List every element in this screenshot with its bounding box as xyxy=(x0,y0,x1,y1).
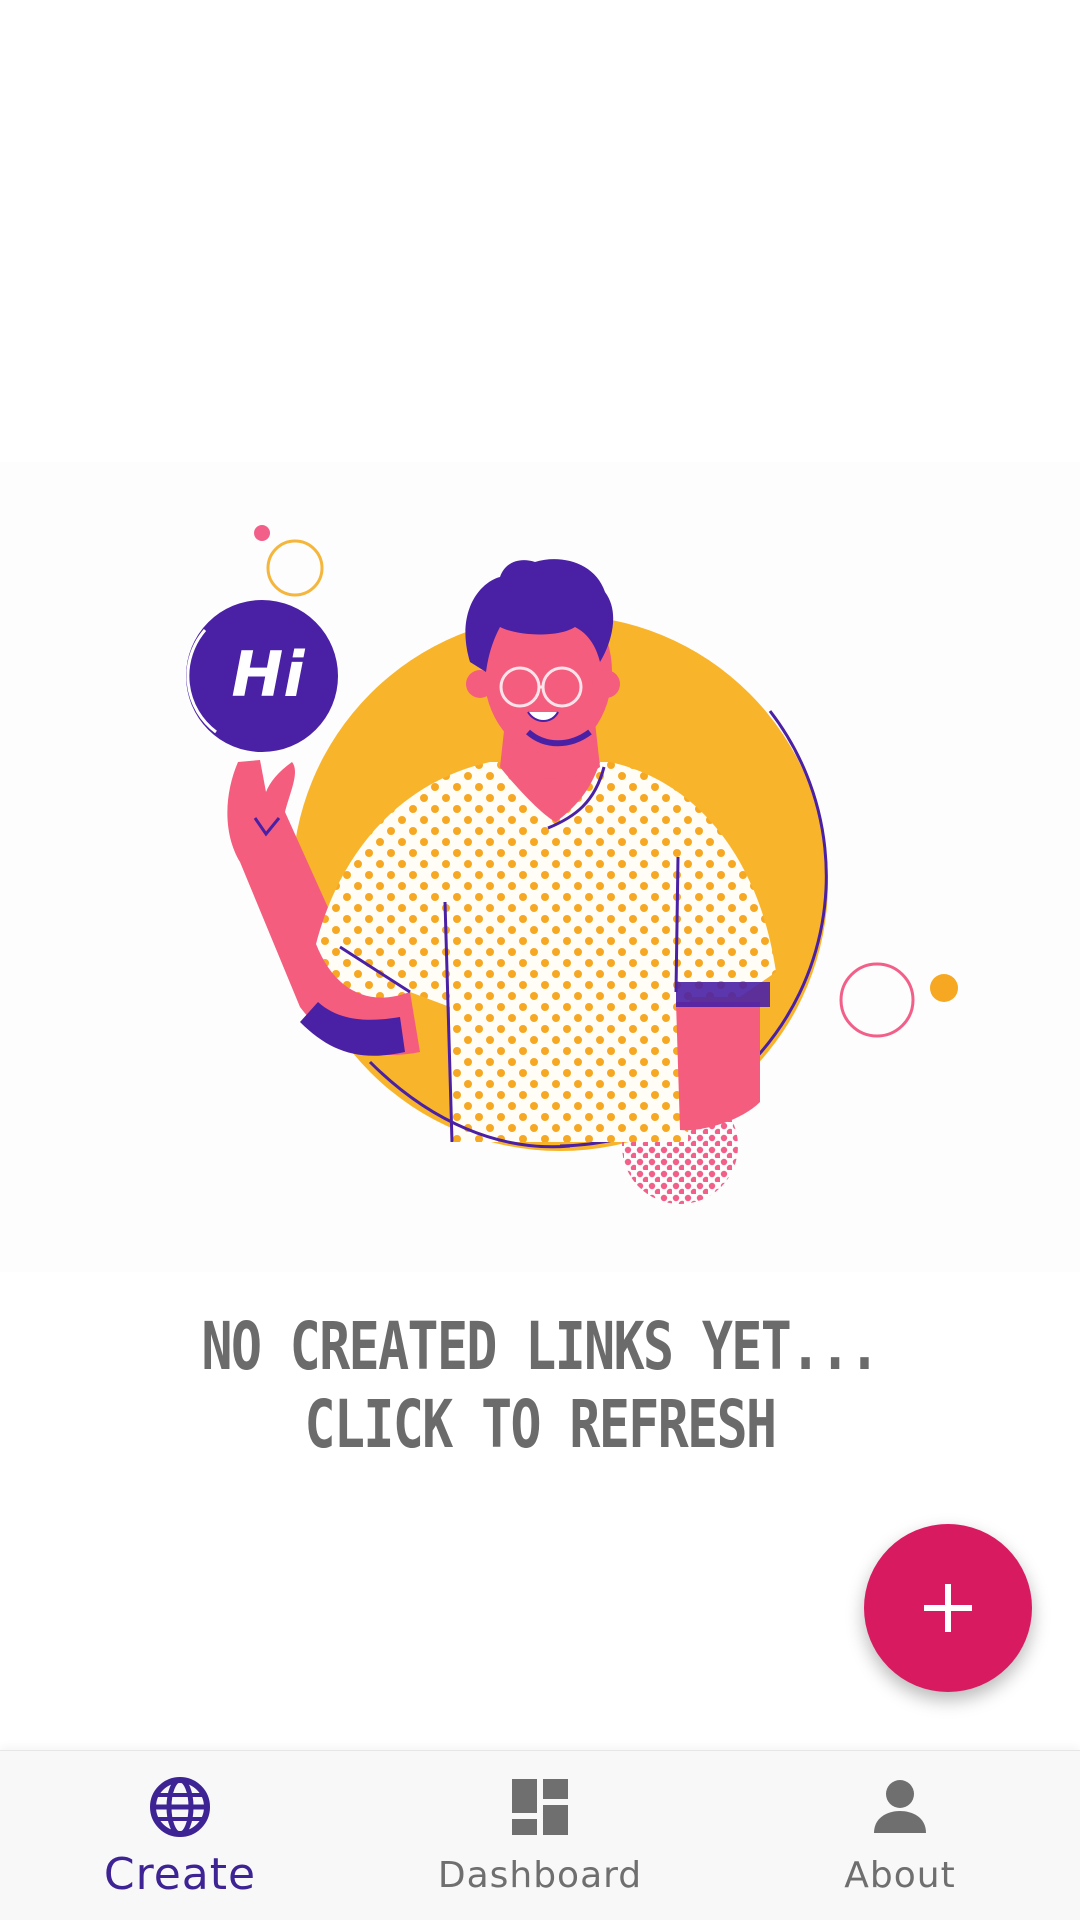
globe-icon xyxy=(148,1775,212,1839)
nav-item-dashboard[interactable]: Dashboard xyxy=(360,1751,720,1920)
refresh-empty-state[interactable]: NO CREATED LINKS YET... CLICK TO REFRESH xyxy=(0,1308,1080,1464)
nav-item-create[interactable]: Create xyxy=(0,1751,360,1920)
empty-message-line1: NO CREATED LINKS YET... xyxy=(201,1308,881,1385)
nav-label-dashboard: Dashboard xyxy=(437,1855,643,1896)
add-link-button[interactable] xyxy=(864,1524,1032,1692)
empty-message-line2: CLICK TO REFRESH xyxy=(304,1386,777,1463)
plus-icon xyxy=(924,1584,972,1632)
dashboard-icon xyxy=(508,1775,572,1839)
person-icon xyxy=(868,1775,932,1839)
app-screen: Hi NO CREATED LINKS YET... CLICK TO REFR… xyxy=(0,0,1080,1920)
bottom-navigation: Create Dashboard About xyxy=(0,1750,1080,1920)
empty-state-illustration: Hi xyxy=(0,462,1080,1272)
nav-label-about: About xyxy=(844,1855,956,1896)
nav-item-about[interactable]: About xyxy=(720,1751,1080,1920)
nav-label-create: Create xyxy=(103,1849,257,1900)
svg-text:Hi: Hi xyxy=(231,638,305,711)
